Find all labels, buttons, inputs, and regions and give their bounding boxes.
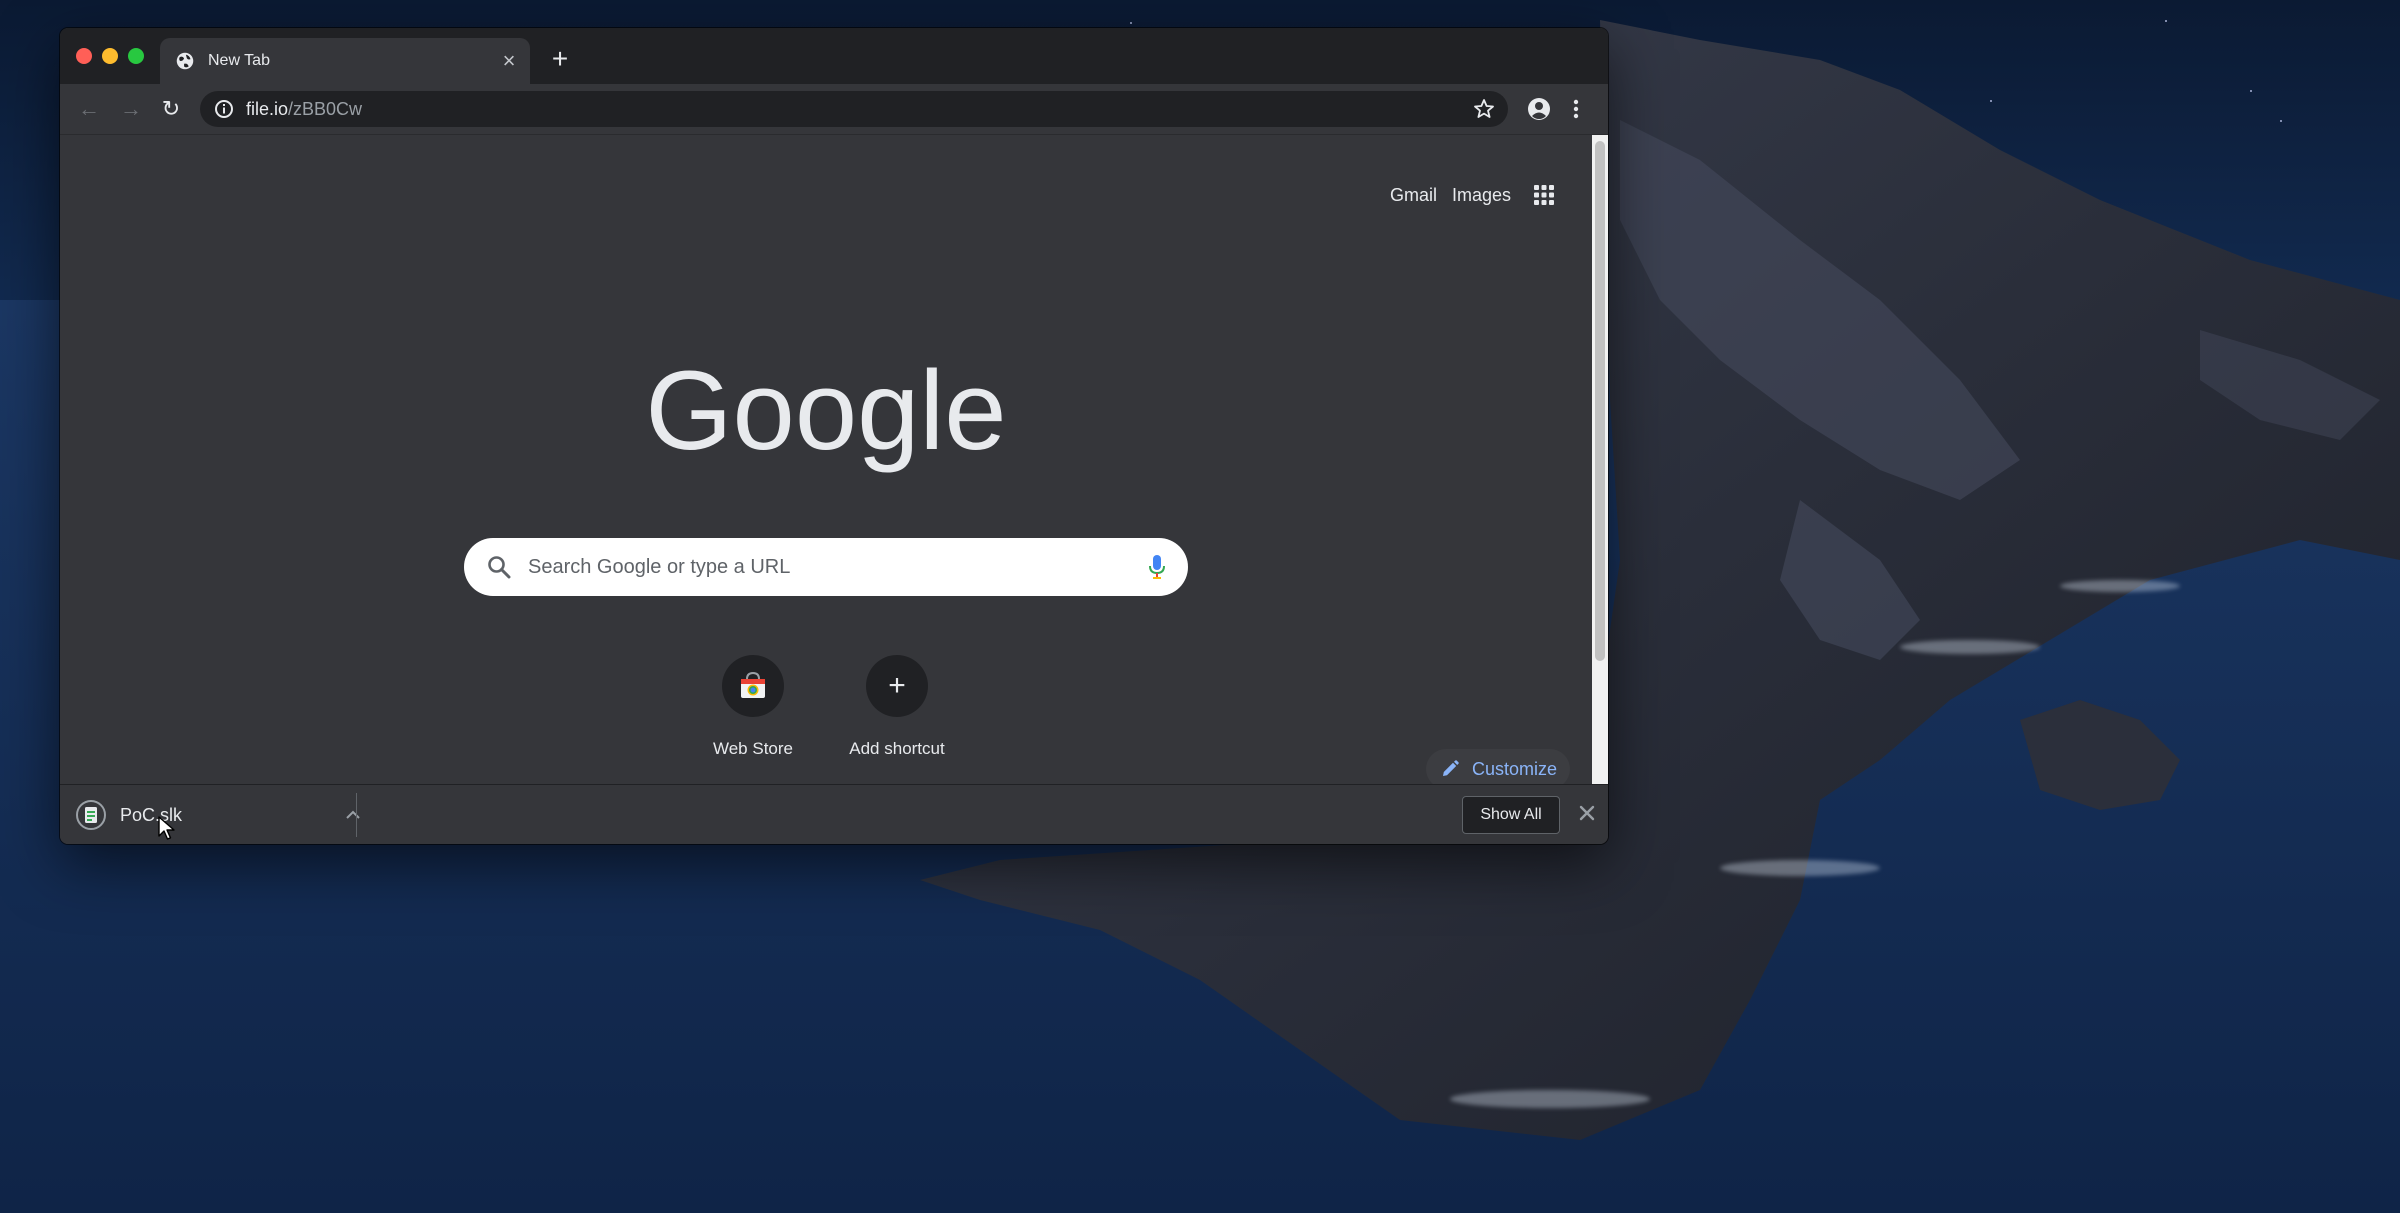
page-scrollbar[interactable] (1592, 135, 1608, 811)
close-icon[interactable] (1576, 802, 1598, 824)
download-filename: PoC.slk (120, 804, 183, 825)
pencil-icon (1443, 760, 1459, 776)
shortcut-web-store-tile (722, 655, 784, 717)
new-tab-page: Gmail Images Google Search Google or typ… (60, 135, 1592, 811)
wave-foam (2060, 580, 2180, 592)
mouse-cursor-icon (158, 816, 175, 840)
customize-button[interactable]: Customize (1426, 749, 1570, 789)
search-box[interactable] (464, 538, 1188, 596)
apps-icon[interactable] (1532, 183, 1556, 207)
plus-icon: + (888, 669, 906, 702)
url-path: /zBB0Cw (288, 98, 363, 119)
browser-window: New Tab × + ← → ↻ file.io/zBB0Cw Gmail I… (60, 28, 1608, 844)
download-shelf: PoC.slk Show All (60, 784, 1608, 844)
forward-button[interactable]: → (116, 94, 146, 124)
wave-foam (1900, 640, 2040, 654)
chevron-up-icon[interactable] (342, 804, 364, 826)
search-icon (488, 556, 511, 579)
url-text: file.io/zBB0Cw (246, 99, 362, 120)
info-icon[interactable] (214, 99, 234, 119)
globe-icon (176, 52, 194, 70)
tab-new-tab[interactable]: New Tab × (160, 38, 530, 84)
window-close-button[interactable] (76, 48, 92, 64)
shortcut-label: Add shortcut (849, 739, 945, 758)
new-tab-button[interactable]: + (542, 42, 578, 78)
scrollbar-thumb[interactable] (1595, 141, 1605, 661)
tab-title: New Tab (208, 52, 270, 69)
shortcut-add[interactable]: + Add shortcut (827, 655, 967, 759)
mic-icon[interactable] (1148, 554, 1166, 580)
spreadsheet-file-icon (76, 800, 106, 830)
wave-foam (1450, 1090, 1650, 1108)
download-item[interactable]: PoC.slk (76, 794, 376, 836)
google-logo-text: Google (646, 348, 1006, 473)
wave-foam (1720, 860, 1880, 876)
tab-close-button[interactable]: × (494, 50, 524, 72)
shortcut-label: Web Store (712, 739, 793, 758)
browser-toolbar: ← → ↻ file.io/zBB0Cw (60, 84, 1608, 135)
shortcut-add-tile: + (866, 655, 928, 717)
search-input[interactable] (526, 554, 1090, 580)
show-all-button[interactable]: Show All (1462, 796, 1560, 834)
webstore-icon (741, 671, 765, 698)
google-logo-graphic: Google (645, 348, 1006, 473)
shortcut-web-store[interactable]: Web Store (683, 655, 823, 759)
back-button[interactable]: ← (74, 94, 104, 124)
profile-icon[interactable] (1526, 96, 1552, 122)
window-minimize-button[interactable] (102, 48, 118, 64)
tab-strip: New Tab × + (60, 28, 1608, 84)
address-bar[interactable]: file.io/zBB0Cw (200, 91, 1508, 127)
url-host: file.io (246, 98, 289, 119)
customize-label: Customize (1472, 758, 1558, 779)
menu-icon[interactable] (1570, 96, 1582, 122)
shelf-divider (356, 793, 357, 837)
google-logo: Google (60, 347, 1592, 482)
window-zoom-button[interactable] (128, 48, 144, 64)
star-icon[interactable] (1472, 97, 1496, 121)
images-link[interactable]: Images (1452, 185, 1511, 206)
reload-button[interactable]: ↻ (156, 94, 186, 124)
gmail-link[interactable]: Gmail (1390, 185, 1437, 206)
